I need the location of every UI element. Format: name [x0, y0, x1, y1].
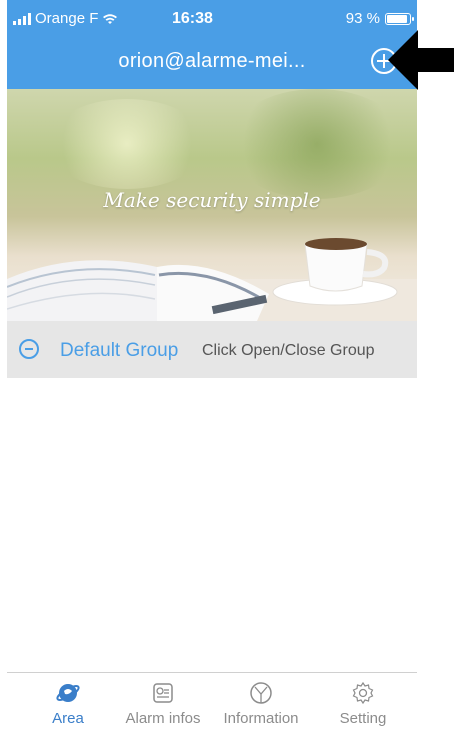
top-bar: Orange F 16:38 93 % orion@alarme-mei... [7, 0, 417, 89]
minus-circle-icon[interactable] [19, 339, 39, 359]
group-header-row[interactable]: Default Group Click Open/Close Group [7, 321, 417, 378]
tab-alarm-infos-label: Alarm infos [125, 710, 201, 727]
tab-information-label: Information [223, 710, 299, 727]
status-left: Orange F [13, 10, 118, 27]
wifi-icon [103, 13, 118, 24]
battery-percent: 93 % [345, 10, 380, 27]
banner-slogan: Make security simple [103, 188, 321, 212]
tab-bar: Area Alarm infos Information Setting [7, 672, 417, 733]
coffee-cup-illustration [272, 238, 398, 306]
gear-icon [352, 681, 374, 705]
cellular-signal-icon [13, 12, 31, 25]
tab-area-label: Area [52, 710, 84, 727]
book-illustration [7, 260, 269, 321]
pointer-arrow-icon [388, 30, 454, 90]
status-bar: Orange F 16:38 93 % [7, 0, 417, 34]
tab-information[interactable]: Information [213, 673, 309, 733]
tab-setting[interactable]: Setting [333, 673, 393, 733]
tab-area[interactable]: Area [38, 673, 98, 733]
group-hint: Click Open/Close Group [202, 342, 375, 359]
globe-icon [56, 684, 80, 702]
carrier-name: Orange F [35, 10, 99, 27]
tab-setting-label: Setting [339, 710, 387, 727]
tab-alarm-infos[interactable]: Alarm infos [113, 673, 213, 733]
status-time: 16:38 [172, 10, 213, 27]
alarm-list-icon [153, 683, 173, 703]
account-title: orion@alarme-mei... [118, 50, 306, 72]
status-right: 93 % [345, 10, 414, 27]
battery-fill [387, 14, 407, 23]
banner-image: Make security simple [7, 89, 417, 321]
app-screen: Orange F 16:38 93 % orion@alarme-mei... [7, 0, 417, 733]
information-icon [250, 682, 272, 704]
group-name: Default Group [60, 340, 179, 361]
battery-icon [385, 12, 414, 25]
